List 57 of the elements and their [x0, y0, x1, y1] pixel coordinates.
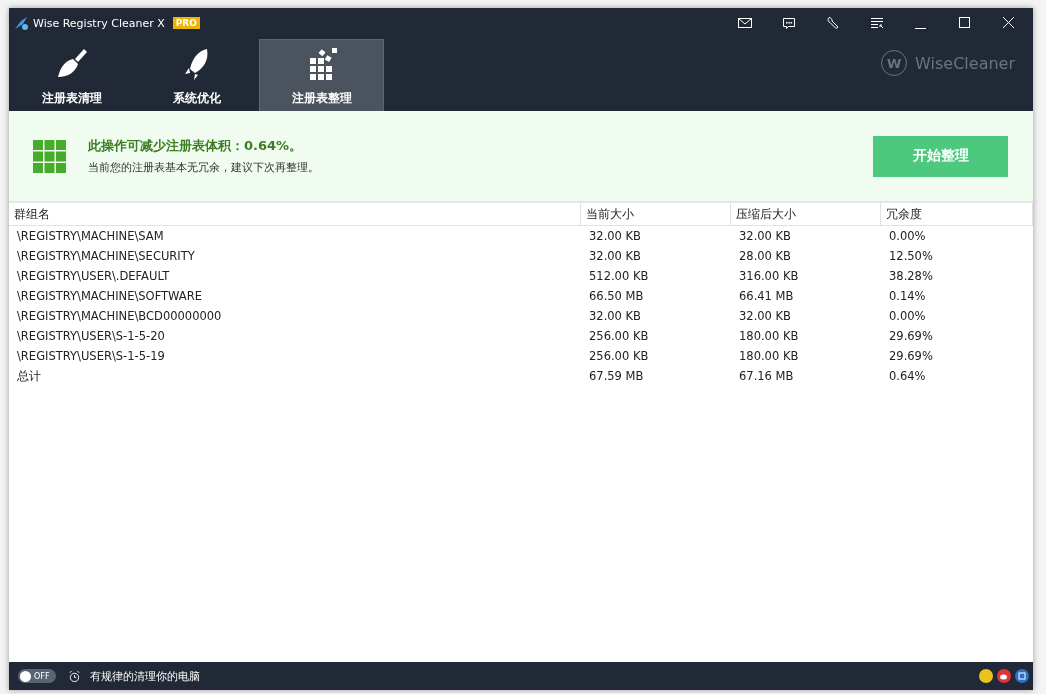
- table-cell-text: 180.00 KB: [738, 349, 800, 363]
- table-cell-text: 0.00%: [888, 309, 927, 323]
- table-cell-text: 32.00 KB: [738, 309, 792, 323]
- table-cell-text: 0.14%: [888, 289, 927, 303]
- table-cell-text: \REGISTRY\MACHINE\SAM: [16, 229, 165, 243]
- table-cell-text: 32.00 KB: [588, 249, 642, 263]
- window-title: Wise Registry Cleaner X: [33, 16, 165, 30]
- close-icon[interactable]: [1001, 15, 1017, 31]
- table-cell-text: 32.00 KB: [588, 309, 642, 323]
- pro-badge: PRO: [172, 17, 200, 29]
- table-cell-text: 0.64%: [888, 369, 927, 383]
- table-cell-text: 32.00 KB: [738, 229, 792, 243]
- table-cell-text: 180.00 KB: [738, 329, 800, 343]
- table-cell-text: 316.00 KB: [738, 269, 800, 283]
- table-cell-text: \REGISTRY\MACHINE\SOFTWARE: [16, 289, 203, 303]
- mail-icon[interactable]: [737, 15, 753, 31]
- forum-icon[interactable]: [1015, 669, 1029, 683]
- table-cell-text: 66.41 MB: [738, 289, 795, 303]
- nav-tab[interactable]: 注册表清理: [9, 39, 134, 111]
- table-cell-text: 256.00 KB: [588, 349, 650, 363]
- table-cell-text: 67.59 MB: [588, 369, 645, 383]
- table-cell-text: 32.00 KB: [588, 229, 642, 243]
- brand-name: WiseCleaner: [915, 53, 1015, 73]
- feedback-icon[interactable]: [781, 15, 797, 31]
- table-cell-text: 256.00 KB: [588, 329, 650, 343]
- alarm-clock-icon: [68, 669, 81, 683]
- table-cell-text: \REGISTRY\USER\S-1-5-19: [16, 349, 166, 363]
- table-cell-text: 512.00 KB: [588, 269, 650, 283]
- table-cell-text: 0.00%: [888, 229, 927, 243]
- table-cell-text: \REGISTRY\USER\.DEFAULT: [16, 269, 171, 283]
- grid-icon: [33, 139, 66, 173]
- table-cell-text: 28.00 KB: [738, 249, 792, 263]
- table-cell-text: \REGISTRY\USER\S-1-5-20: [16, 329, 166, 343]
- table-cell-text: \REGISTRY\MACHINE\BCD00000000: [16, 309, 223, 323]
- column-header[interactable]: 群组名: [9, 203, 581, 225]
- menu-icon[interactable]: [869, 15, 885, 31]
- social-icon[interactable]: [979, 669, 993, 683]
- nav-tab[interactable]: 系统优化: [134, 39, 259, 111]
- table-cell-text: 29.69%: [888, 349, 934, 363]
- result-message: 当前您的注册表基本无冗余，建议下次再整理。: [88, 160, 319, 175]
- column-header[interactable]: 压缩后大小: [731, 203, 881, 225]
- maximize-icon[interactable]: [957, 15, 973, 31]
- result-headline: 此操作可减少注册表体积：0.64%。: [88, 137, 304, 155]
- nav-tab[interactable]: 注册表整理: [259, 39, 384, 111]
- wrench-icon[interactable]: [825, 15, 841, 31]
- column-header[interactable]: 当前大小: [581, 203, 731, 225]
- schedule-text: 有规律的清理你的电脑: [90, 668, 200, 684]
- app-logo-icon: [13, 15, 29, 31]
- table-cell-text: 66.50 MB: [588, 289, 645, 303]
- table-cell-text: \REGISTRY\MACHINE\SECURITY: [16, 249, 196, 263]
- table-cell-text: 38.28%: [888, 269, 934, 283]
- table-cell-text: 67.16 MB: [738, 369, 795, 383]
- column-header[interactable]: 冗余度: [881, 203, 1033, 225]
- schedule-toggle[interactable]: OFF: [18, 669, 56, 683]
- table-cell-text: 12.50%: [888, 249, 934, 263]
- table-cell-text: 29.69%: [888, 329, 934, 343]
- table-cell-text: 总计: [16, 368, 42, 384]
